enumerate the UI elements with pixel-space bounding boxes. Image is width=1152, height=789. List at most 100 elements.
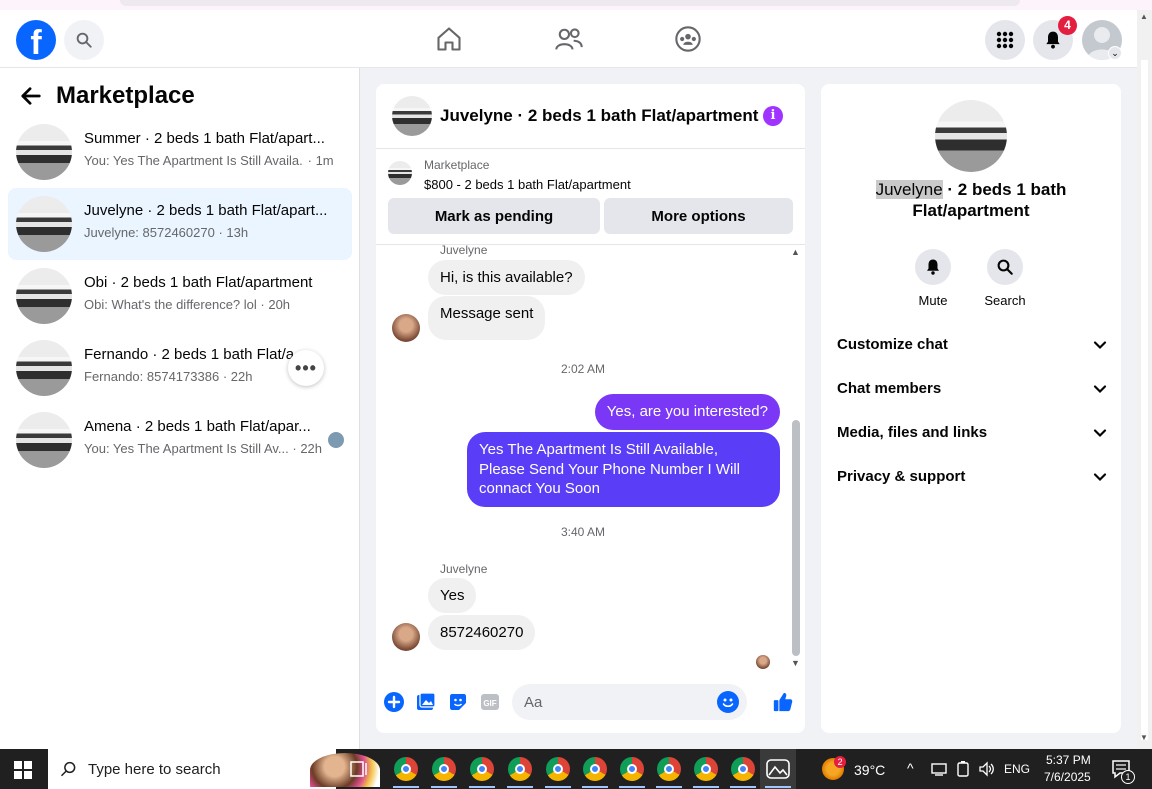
- plus-circle-icon: [384, 692, 404, 712]
- chrome-window-1[interactable]: [394, 757, 418, 781]
- chrome-window-4[interactable]: [508, 757, 532, 781]
- facebook-logo[interactable]: f: [16, 20, 56, 60]
- message-input[interactable]: Aa: [512, 684, 747, 720]
- notification-count-badge: 1: [1121, 770, 1135, 784]
- conversation-item[interactable]: Summer · 2 beds 1 bath Flat/apart... You…: [8, 116, 352, 188]
- incoming-message[interactable]: Hi, is this available?: [428, 260, 585, 295]
- tray-chevron-icon[interactable]: ^: [907, 760, 914, 776]
- conversation-sidebar: Marketplace Summer · 2 beds 1 bath Flat/…: [0, 68, 360, 749]
- conversation-item-active[interactable]: Juvelyne · 2 beds 1 bath Flat/apart... J…: [8, 188, 352, 260]
- running-indicator: [656, 786, 682, 788]
- home-tab[interactable]: [434, 24, 464, 54]
- account-chevron-icon[interactable]: ⌄: [1108, 46, 1122, 60]
- chat-title[interactable]: Juvelyne · 2 beds 1 bath Flat/apartment: [440, 106, 758, 126]
- conversation-options-button[interactable]: •••: [288, 350, 324, 386]
- mark-as-pending-button[interactable]: Mark as pending: [388, 198, 600, 234]
- message-timestamp: 3:40 AM: [560, 525, 606, 539]
- more-options-button[interactable]: More options: [604, 198, 793, 234]
- chrome-window-8[interactable]: [657, 757, 681, 781]
- grid-menu-icon: [996, 31, 1014, 49]
- info-icon[interactable]: i: [763, 106, 783, 126]
- message-list: Juvelyne Hi, is this available? Message …: [376, 243, 805, 671]
- search-button[interactable]: [64, 20, 104, 60]
- chrome-window-10[interactable]: [731, 757, 755, 781]
- like-button[interactable]: [772, 691, 794, 713]
- scroll-up-icon[interactable]: ▲: [1140, 12, 1148, 21]
- chrome-window-2[interactable]: [432, 757, 456, 781]
- taskbar-search-box[interactable]: Type here to search: [48, 749, 380, 789]
- friends-tab[interactable]: [554, 24, 584, 54]
- page-scroll-thumb[interactable]: [1141, 60, 1148, 740]
- temperature-text[interactable]: 39°C: [854, 762, 885, 778]
- incoming-message[interactable]: Message sent: [428, 296, 546, 340]
- conversation-name: Summer · 2 beds 1 bath Flat/apart...: [84, 130, 325, 147]
- chat-panel: Juvelyne · 2 beds 1 bath Flat/apartment …: [376, 84, 805, 733]
- scroll-up-icon[interactable]: ▲: [791, 247, 800, 257]
- windows-taskbar: Type here to search 2 39°C ^ ENG 5:37 PM…: [0, 749, 1152, 789]
- search-in-conversation-button[interactable]: Search: [975, 249, 1035, 308]
- page-scrollbar[interactable]: ▲ ▼: [1137, 10, 1152, 749]
- groups-tab[interactable]: [673, 24, 703, 54]
- media-files-links-section[interactable]: Media, files and links: [837, 424, 1107, 446]
- chat-members-section[interactable]: Chat members: [837, 380, 1107, 402]
- photos-app-active[interactable]: [760, 749, 796, 789]
- sender-name: Juvelyne: [440, 562, 488, 576]
- search-icon: [60, 761, 76, 777]
- emoji-icon[interactable]: [717, 691, 739, 713]
- sticker-icon: [450, 694, 466, 710]
- menu-button[interactable]: [985, 20, 1025, 60]
- bell-icon: [927, 259, 939, 275]
- sender-avatar[interactable]: [392, 314, 420, 342]
- outgoing-message[interactable]: Yes The Apartment Is Still Available, Pl…: [467, 432, 780, 507]
- friends-icon: [555, 28, 583, 50]
- running-indicator: [693, 786, 719, 788]
- conversation-item[interactable]: Amena · 2 beds 1 bath Flat/apar... You: …: [8, 404, 352, 476]
- task-view-button[interactable]: [350, 761, 368, 782]
- chevron-down-icon: [1093, 473, 1107, 482]
- clock-date[interactable]: 7/6/2025: [1044, 770, 1091, 784]
- conversation-preview: Obi: What's the difference? lol · 20h: [84, 297, 291, 312]
- chat-scroll-thumb[interactable]: [792, 420, 800, 656]
- listing-large-thumbnail[interactable]: [935, 100, 1007, 172]
- outgoing-message[interactable]: Yes, are you interested?: [594, 394, 780, 430]
- top-navigation-bar: f 4 ⌄: [0, 10, 1137, 68]
- scroll-down-icon[interactable]: ▼: [791, 658, 800, 668]
- notifications-button[interactable]: 4: [1033, 16, 1077, 60]
- listing-thumbnail: [16, 268, 72, 324]
- privacy-support-section[interactable]: Privacy & support: [837, 468, 1107, 490]
- running-indicator: [545, 786, 571, 788]
- listing-price-title[interactable]: $800 - 2 beds 1 bath Flat/apartment: [424, 177, 631, 192]
- listing-thumbnail[interactable]: [392, 96, 432, 136]
- chrome-window-5[interactable]: [546, 757, 570, 781]
- start-button[interactable]: [14, 761, 32, 784]
- windows-logo-icon: [14, 761, 32, 779]
- chat-scrollbar[interactable]: ▲ ▼: [790, 247, 802, 668]
- chrome-window-6[interactable]: [583, 757, 607, 781]
- conversation-name: Fernando · 2 beds 1 bath Flat/a...: [84, 346, 294, 363]
- attach-photo-button[interactable]: [415, 691, 437, 713]
- chrome-window-3[interactable]: [470, 757, 494, 781]
- gif-button[interactable]: GIF: [479, 691, 501, 713]
- customize-chat-section[interactable]: Customize chat: [837, 336, 1107, 358]
- mute-button[interactable]: Mute: [903, 249, 963, 308]
- sticker-button[interactable]: [447, 691, 469, 713]
- battery-icon[interactable]: [955, 761, 971, 782]
- incoming-message[interactable]: 8572460270: [428, 615, 536, 650]
- search-label: Search: [984, 293, 1026, 308]
- back-arrow-icon[interactable]: [20, 85, 42, 107]
- chevron-down-icon: [1093, 341, 1107, 350]
- running-indicator: [393, 786, 419, 788]
- sender-avatar[interactable]: [392, 623, 420, 651]
- svg-text:GIF: GIF: [483, 699, 496, 708]
- conversation-item[interactable]: Obi · 2 beds 1 bath Flat/apartment Obi: …: [8, 260, 352, 332]
- network-icon[interactable]: [930, 761, 948, 782]
- incoming-message[interactable]: Yes: [428, 578, 477, 613]
- scroll-down-icon[interactable]: ▼: [1140, 733, 1148, 742]
- chrome-window-9[interactable]: [694, 757, 718, 781]
- chrome-window-7[interactable]: [620, 757, 644, 781]
- language-indicator[interactable]: ENG: [1004, 762, 1030, 776]
- add-attachment-button[interactable]: [383, 691, 405, 713]
- clock-time[interactable]: 5:37 PM: [1046, 753, 1091, 767]
- volume-icon[interactable]: [978, 761, 996, 782]
- read-receipt-avatar: [756, 655, 770, 669]
